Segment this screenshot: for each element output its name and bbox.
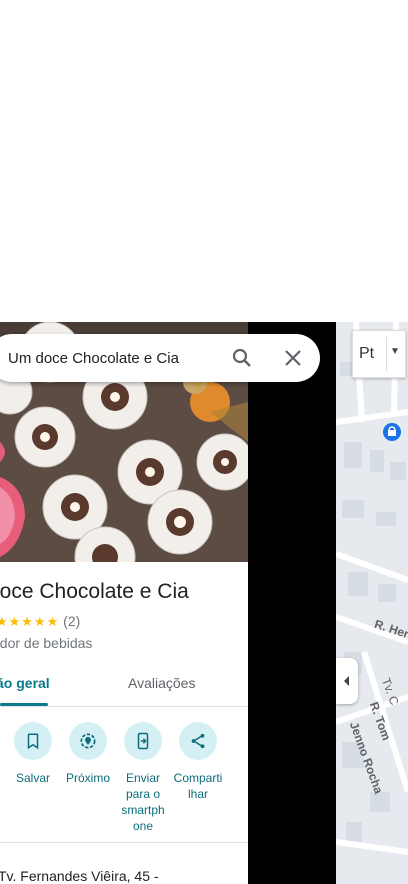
layer-label: Pt [359, 345, 375, 362]
tab-reviews[interactable]: Avaliações [128, 675, 195, 691]
address-text: Tv. Fernandes Viêira, 45 - [0, 868, 159, 884]
send-to-phone-label: Enviar para o smartph one [121, 771, 165, 833]
active-tab-indicator [0, 703, 48, 706]
nearby-icon [69, 722, 107, 760]
star-rating-icon: ★★★★★ [0, 614, 60, 629]
place-title: doce Chocolate e Cia [0, 580, 189, 603]
search-box [0, 334, 320, 382]
place-tabs: ão geral Avaliações [0, 662, 248, 707]
tab-overview[interactable]: ão geral [0, 675, 50, 691]
bookmark-icon [14, 722, 52, 760]
action-row: Salvar Próximo Enviar para o smartph one Co… [0, 720, 248, 840]
chevron-left-icon [344, 676, 349, 686]
share-label: Comparti lhar [173, 771, 223, 801]
chevron-down-icon[interactable]: ▼ [390, 346, 400, 357]
send-to-phone-button[interactable]: Enviar para o smartph one [114, 720, 172, 834]
divider [0, 842, 248, 843]
nearby-button[interactable]: Próximo [59, 720, 117, 786]
search-icon[interactable] [230, 346, 254, 370]
send-to-phone-icon [124, 722, 162, 760]
black-gap [248, 322, 336, 884]
nearby-label: Próximo [65, 771, 110, 785]
close-icon[interactable] [281, 346, 305, 370]
place-address[interactable]: Tv. Fernandes Viêira, 45 - [0, 868, 159, 884]
share-icon [179, 722, 217, 760]
review-count[interactable]: (2) [63, 613, 80, 629]
collapse-panel-button[interactable] [336, 658, 358, 704]
share-button[interactable]: Comparti lhar [169, 720, 227, 802]
search-input[interactable] [8, 334, 208, 382]
map-layers-button[interactable]: Pt ▼ [352, 330, 406, 378]
separator [386, 337, 387, 371]
rating-row[interactable]: ★★★★★ (2) [0, 613, 80, 630]
place-panel: doce Chocolate e Cia ★★★★★ (2) edor de b… [0, 322, 248, 884]
save-button[interactable]: Salvar [4, 720, 62, 786]
map-canvas[interactable] [336, 322, 408, 884]
blank-area [0, 0, 408, 322]
save-label: Salvar [15, 771, 50, 785]
place-category[interactable]: edor de bebidas [0, 635, 92, 651]
